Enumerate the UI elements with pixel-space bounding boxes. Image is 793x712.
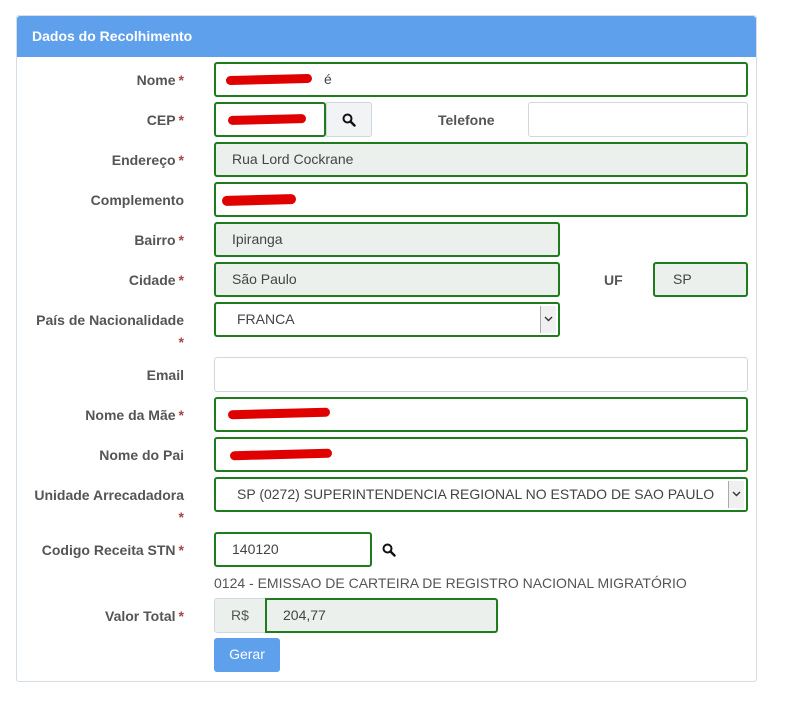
cidade-label: Cidade * (128, 272, 184, 288)
currency-addon: R$ (214, 598, 266, 633)
nome-label: Nome * (136, 72, 184, 88)
email-input[interactable] (214, 357, 748, 392)
codigo-receita-input[interactable]: 140120 (214, 532, 372, 567)
valor-total-label: Valor Total * (105, 608, 184, 624)
cep-label: CEP * (146, 112, 184, 128)
telefone-label: Telefone (438, 112, 495, 128)
endereco-label: Endereço * (111, 152, 184, 168)
bairro-label: Bairro * (134, 232, 184, 248)
email-label: Email (146, 367, 184, 383)
bairro-input[interactable]: Ipiranga (214, 222, 560, 257)
panel-title: Dados do Recolhimento (17, 16, 756, 57)
pais-select[interactable]: FRANCA (214, 302, 560, 337)
chevron-down-icon (540, 306, 556, 333)
search-icon (342, 113, 356, 127)
endereco-input[interactable]: Rua Lord Cockrane (214, 142, 748, 177)
valor-total-input[interactable]: 204,77 (265, 598, 498, 633)
uf-input[interactable]: SP (653, 262, 748, 297)
codigo-receita-description: 0124 - EMISSAO DE CARTEIRA DE REGISTRO N… (214, 575, 687, 591)
unidade-select[interactable]: SP (0272) SUPERINTENDENCIA REGIONAL NO E… (214, 477, 748, 512)
telefone-input[interactable] (528, 102, 748, 137)
cidade-input[interactable]: São Paulo (214, 262, 560, 297)
nome-mae-label: Nome da Mãe * (85, 407, 184, 423)
pais-label: País de Nacionalidade * (36, 312, 184, 350)
cep-search-button[interactable] (326, 102, 372, 137)
redaction-mark (221, 194, 297, 206)
codigo-receita-label: Codigo Receita STN * (41, 542, 184, 558)
gerar-button[interactable]: Gerar (214, 638, 280, 672)
unidade-label: Unidade Arrecadadora * (34, 487, 184, 525)
nome-pai-label: Nome do Pai (99, 447, 184, 463)
complemento-label: Complemento (90, 192, 184, 208)
search-icon[interactable] (382, 543, 396, 557)
chevron-down-icon (728, 481, 744, 508)
uf-label: UF (604, 272, 623, 288)
